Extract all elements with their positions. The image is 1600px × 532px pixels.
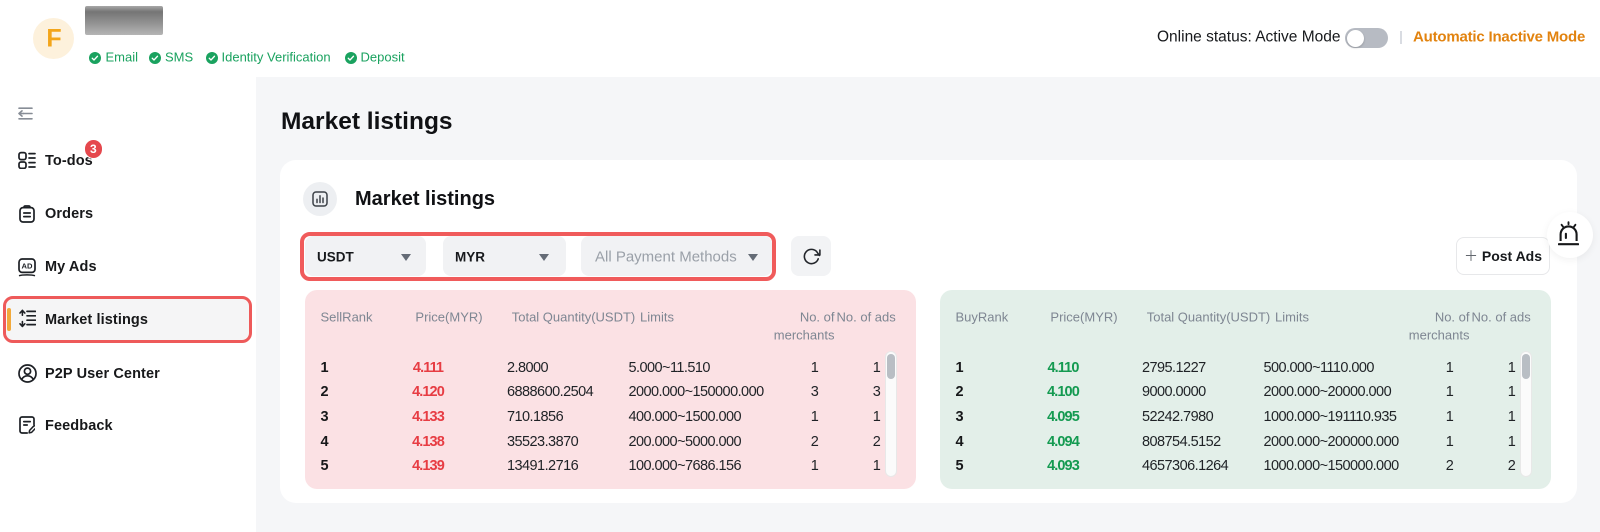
svg-text:AD: AD — [22, 262, 33, 271]
